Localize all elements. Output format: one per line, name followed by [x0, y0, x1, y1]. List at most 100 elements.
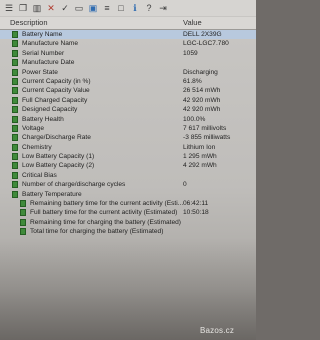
row-value: 0 — [183, 181, 187, 189]
toolbar: ☰ ❐ ▥ ✕ ✓ ▭ ▣ ≡ □ ℹ ? ⇥ — [0, 0, 256, 16]
window-icon[interactable]: □ — [115, 3, 127, 14]
row-value: Lithium Ion — [183, 143, 216, 151]
row-value: 61.8% — [183, 77, 202, 85]
property-icon — [12, 106, 18, 114]
property-icon — [12, 87, 18, 95]
row-label: Current Capacity (in %) — [22, 77, 91, 85]
row-label: Battery Health — [22, 115, 64, 123]
row-label: Chemistry — [22, 143, 52, 151]
table-row[interactable]: Full battery time for the current activi… — [0, 208, 256, 217]
row-value: 100.0% — [183, 115, 206, 123]
row-value: 1 295 mWh — [183, 153, 217, 161]
table-row[interactable]: Low Battery Capacity (1) 1 295 mWh — [0, 152, 256, 161]
property-icon — [12, 115, 18, 123]
property-icon — [20, 218, 26, 226]
table-row[interactable]: Manufacture Date — [0, 58, 256, 67]
row-label: Voltage — [22, 124, 44, 132]
row-value: LGC-LGC7.780 — [183, 40, 229, 48]
table-row[interactable]: Power State Discharging — [0, 68, 256, 77]
table-row[interactable]: Number of charge/discharge cycles 0 — [0, 180, 256, 189]
row-label: Full Charged Capacity — [22, 96, 88, 104]
property-icon — [12, 124, 18, 132]
table-row[interactable]: Critical Bias — [0, 171, 256, 180]
watermark: Bazos.cz — [200, 326, 235, 335]
save-icon[interactable]: ▣ — [87, 3, 99, 14]
table-row[interactable]: Charge/Discharge Rate -3 855 milliwatts — [0, 133, 256, 142]
table-row[interactable]: Current Capacity (in %) 61.8% — [0, 77, 256, 86]
table-header: Description Value — [0, 17, 256, 30]
property-icon — [12, 68, 18, 76]
check-icon[interactable]: ✓ — [59, 3, 71, 14]
column-header-value[interactable]: Value — [183, 18, 202, 27]
table-row-battery-name[interactable]: Battery Name DELL 2X39G — [0, 30, 256, 40]
exit-icon[interactable]: ⇥ — [157, 3, 169, 14]
copy-icon[interactable]: ❐ — [17, 3, 29, 14]
row-label: Battery Name — [22, 31, 63, 38]
row-label: Power State — [22, 68, 58, 76]
property-icon — [12, 40, 18, 48]
row-label: Number of charge/discharge cycles — [22, 181, 126, 189]
bars-icon[interactable]: ☰ — [3, 3, 15, 14]
property-icon — [20, 228, 26, 236]
table-row[interactable]: Remaining time for charging the battery … — [0, 218, 256, 227]
property-icon — [12, 153, 18, 161]
row-label: Current Capacity Value — [22, 87, 90, 95]
table-row[interactable]: Current Capacity Value 26 514 mWh — [0, 86, 256, 95]
table-row[interactable]: Battery Temperature — [0, 190, 256, 199]
row-label: Serial Number — [22, 49, 65, 57]
row-value: 42 920 mWh — [183, 96, 221, 104]
row-value: 7 617 millivolts — [183, 124, 227, 132]
property-icon — [12, 190, 18, 198]
close-icon[interactable]: ✕ — [45, 3, 57, 14]
chart-icon[interactable]: ▥ — [31, 3, 43, 14]
row-label: Manufacture Name — [22, 40, 79, 48]
row-label: Low Battery Capacity (1) — [22, 153, 95, 161]
property-icon — [12, 171, 18, 179]
property-icon — [20, 209, 26, 217]
info-icon[interactable]: ℹ — [129, 3, 141, 14]
row-label: Battery Temperature — [22, 190, 82, 198]
row-value: 06:42:11 — [183, 200, 209, 208]
table-row[interactable]: Chemistry Lithium Ion — [0, 143, 256, 152]
row-value: DELL 2X39G — [183, 31, 222, 38]
row-label: Remaining battery time for the current a… — [30, 200, 184, 208]
table-row[interactable]: Serial Number 1059 — [0, 49, 256, 58]
property-icon — [12, 96, 18, 104]
row-label: Critical Bias — [22, 171, 57, 179]
property-icon — [12, 31, 18, 38]
row-label: Remaining time for charging the battery … — [30, 218, 181, 226]
help-icon[interactable]: ? — [143, 3, 155, 14]
row-value: 4 292 mWh — [183, 162, 217, 170]
row-value: Discharging — [183, 68, 218, 76]
row-value: 10:50:18 — [183, 209, 209, 217]
table-row[interactable]: Full Charged Capacity 42 920 mWh — [0, 96, 256, 105]
table-row[interactable]: Battery Health 100.0% — [0, 115, 256, 124]
row-label: Total time for charging the battery (Est… — [30, 228, 164, 236]
row-label: Charge/Discharge Rate — [22, 134, 91, 142]
list-icon[interactable]: ≡ — [101, 3, 113, 14]
property-icon — [12, 49, 18, 57]
table-row[interactable]: Remaining battery time for the current a… — [0, 199, 256, 208]
row-label: Low Battery Capacity (2) — [22, 162, 95, 170]
table-row[interactable]: Low Battery Capacity (2) 4 292 mWh — [0, 161, 256, 170]
table-row[interactable]: Total time for charging the battery (Est… — [0, 227, 256, 236]
property-icon — [12, 59, 18, 67]
row-label: Full battery time for the current activi… — [30, 209, 178, 217]
table-row[interactable]: Voltage 7 617 millivolts — [0, 124, 256, 133]
row-label: Designed Capacity — [22, 106, 78, 114]
row-value: -3 855 milliwatts — [183, 134, 231, 142]
property-icon — [12, 143, 18, 151]
row-value: 42 920 mWh — [183, 106, 221, 114]
row-value: 26 514 mWh — [183, 87, 221, 95]
property-icon — [12, 181, 18, 189]
table-row[interactable]: Manufacture Name LGC-LGC7.780 — [0, 39, 256, 48]
battery-info-window: ☰ ❐ ▥ ✕ ✓ ▭ ▣ ≡ □ ℹ ? ⇥ Description Valu… — [0, 0, 256, 340]
battery-properties-list: Battery Name DELL 2X39G Manufacture Name… — [0, 30, 256, 237]
column-header-description[interactable]: Description — [10, 18, 48, 27]
folder-icon[interactable]: ▭ — [73, 3, 85, 14]
row-value: 1059 — [183, 49, 198, 57]
property-icon — [20, 200, 26, 208]
row-label: Manufacture Date — [22, 59, 75, 67]
property-icon — [12, 134, 18, 142]
table-row[interactable]: Designed Capacity 42 920 mWh — [0, 105, 256, 114]
